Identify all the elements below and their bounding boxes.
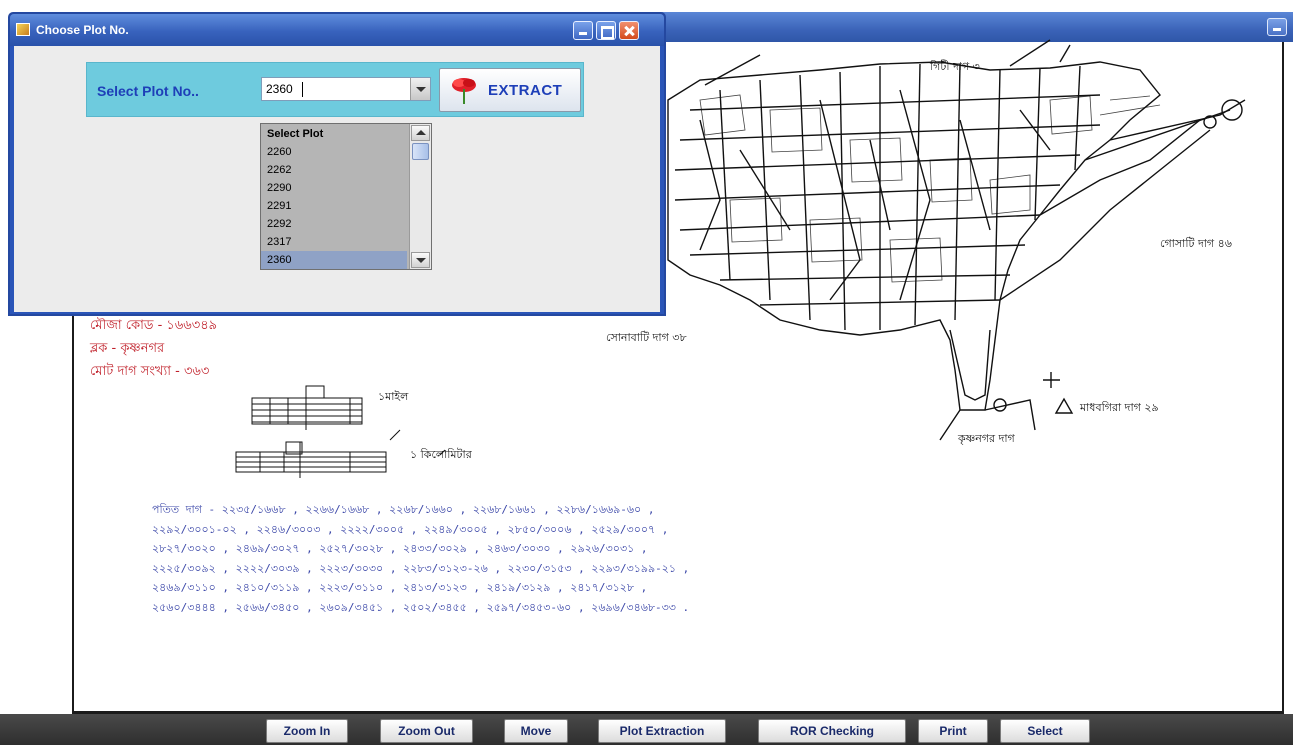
- select-plot-label: Select Plot No..: [97, 83, 199, 99]
- plot-extraction-button[interactable]: Plot Extraction: [598, 719, 726, 743]
- map-label-right: গোসাটি দাগ ৪৬: [1160, 237, 1232, 250]
- text-caret: [302, 82, 303, 97]
- dropdown-scrollbar[interactable]: [409, 124, 431, 269]
- dialog-titlebar[interactable]: Choose Plot No.: [10, 14, 664, 46]
- mouza-code-text: মৌজা কোড - ১৬৬৩৪৯: [90, 318, 218, 333]
- extract-button-label: EXTRACT: [488, 82, 563, 99]
- plot-list-line: ২৮২৭/৩০২০ , ২৪৬৯/৩০২৭ , ২৫২৭/৩০২৮ , ২৪৩৩…: [152, 542, 648, 555]
- list-item[interactable]: Select Plot: [265, 125, 407, 143]
- maximize-icon[interactable]: [596, 21, 616, 40]
- move-button[interactable]: Move: [504, 719, 568, 743]
- plot-list-line: ২৫৬০/৩৪৪৪ , ২৫৬৬/৩৪৫০ , ২৬০৯/৩৪৫১ , ২৫০২…: [152, 600, 690, 614]
- select-button[interactable]: Select: [1000, 719, 1090, 743]
- list-item[interactable]: 2317: [265, 233, 407, 251]
- block-text: ব্লক - কৃষ্ণনগর: [90, 341, 165, 356]
- extract-button[interactable]: EXTRACT: [439, 68, 581, 112]
- plot-number-combobox-value[interactable]: 2360: [266, 82, 293, 96]
- list-item[interactable]: 2292: [265, 215, 407, 233]
- scroll-up-icon[interactable]: [411, 125, 430, 141]
- scale-km-label: ১ কিলোমিটার: [410, 448, 472, 461]
- list-item[interactable]: 2291: [265, 197, 407, 215]
- scale-mile-label: ১মাইল: [378, 390, 409, 403]
- map-label-left: সোনাবাটি দাগ ৩৮: [606, 331, 687, 344]
- plot-list-line: পতিত দাগ - ২২৩৫/১৬৬৮ , ২২৬৬/১৬৬৮ , ২২৬৮/…: [152, 503, 655, 516]
- app-root: মৌজা কোড - ১৬৬৩৪৯ ব্লক - কৃষ্ণনগর মোট দা…: [0, 0, 1293, 745]
- total-plot-count-text: মোট দাগ সংখ্যা - ৩৬৩: [90, 364, 210, 379]
- bottom-toolbar: Zoom In Zoom Out Move Plot Extraction RO…: [0, 714, 1293, 745]
- scroll-thumb[interactable]: [412, 143, 429, 160]
- select-plot-panel: Select Plot No.. 2360 EXTRACT: [86, 62, 584, 117]
- map-label-triangle: মাধবগিরা দাগ ২৯: [1080, 401, 1159, 414]
- dialog-title: Choose Plot No.: [36, 23, 129, 37]
- choose-plot-dialog: Choose Plot No. Select Plot No.. 2360 EX…: [8, 12, 666, 316]
- plot-number-list: পতিত দাগ - ২২৩৫/১৬৬৮ , ২২৬৬/১৬৬৮ , ২২৬৮/…: [152, 500, 912, 617]
- plot-list-line: ২২৯২/৩০০১-০২ , ২২৪৬/৩০০৩ , ২২২২/৩০০৫ , ২…: [152, 522, 669, 536]
- list-item[interactable]: 2290: [265, 179, 407, 197]
- plot-list-line: ২২২৫/৩০৯২ , ২২২২/৩০৩৯ , ২২২৩/৩০৩০ , ২২৮৩…: [152, 561, 690, 575]
- app-icon: [16, 23, 30, 36]
- scroll-down-icon[interactable]: [411, 252, 430, 268]
- map-label-top: গিটী দাগ ৩: [930, 60, 980, 73]
- zoom-out-button[interactable]: Zoom Out: [380, 719, 473, 743]
- list-item[interactable]: 2262: [265, 161, 407, 179]
- print-button[interactable]: Print: [918, 719, 988, 743]
- ror-checking-button[interactable]: ROR Checking: [758, 719, 906, 743]
- close-icon[interactable]: [619, 21, 639, 40]
- plot-dropdown-list[interactable]: Select Plot 2260 2262 2290 2291 2292 231…: [260, 123, 432, 270]
- map-label-bottom: কৃষ্ণনগর দাগ: [958, 432, 1015, 445]
- list-item-selected[interactable]: 2360: [261, 251, 407, 269]
- dialog-body: Select Plot No.. 2360 EXTRACT Select Plo…: [14, 46, 660, 312]
- list-item[interactable]: 2260: [265, 143, 407, 161]
- chevron-down-icon[interactable]: [410, 78, 430, 100]
- plot-number-combobox[interactable]: 2360: [261, 77, 431, 101]
- plot-list-line: ২৪৬৯/৩১১০ , ২৪১০/৩১১৯ , ২২২৩/৩১১০ , ২৪১৩…: [152, 581, 648, 594]
- flower-icon: [452, 78, 476, 104]
- zoom-in-button[interactable]: Zoom In: [266, 719, 348, 743]
- minimize-icon[interactable]: [573, 21, 593, 40]
